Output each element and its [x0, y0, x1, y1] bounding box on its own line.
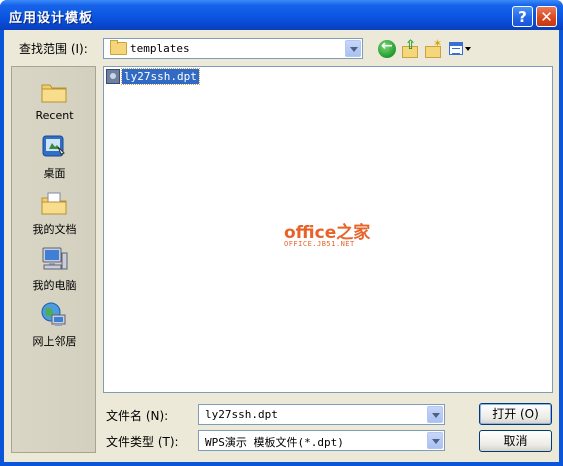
lookin-value: templates	[130, 42, 190, 55]
lookin-label: 查找范围 (I):	[19, 42, 88, 56]
chevron-down-icon[interactable]	[345, 40, 361, 57]
help-button[interactable]: ?	[512, 6, 533, 27]
filetype-label: 文件类型 (T):	[106, 435, 179, 449]
new-folder-icon[interactable]: ✶	[424, 37, 442, 58]
window-title: 应用设计模板	[9, 11, 94, 26]
place-label: 网上邻居	[32, 335, 77, 348]
watermark-url: OFFICE.JB51.NET	[284, 240, 355, 248]
place-recent[interactable]: Recent	[12, 75, 97, 129]
my-documents-icon	[41, 192, 67, 215]
my-computer-icon	[42, 247, 68, 270]
view-menu-icon[interactable]	[448, 40, 472, 58]
folder-icon	[110, 40, 127, 55]
place-label: Recent	[35, 109, 74, 122]
title-bar[interactable]: 应用设计模板 ? ✕	[0, 0, 563, 30]
close-button[interactable]: ✕	[536, 6, 557, 27]
chevron-down-icon[interactable]	[427, 432, 443, 449]
place-label: 我的文档	[32, 223, 77, 236]
lookin-combo[interactable]: templates	[103, 38, 363, 59]
network-places-icon	[41, 302, 66, 326]
place-network[interactable]: 网上邻居	[12, 299, 97, 353]
recent-folder-icon	[41, 84, 67, 103]
open-button[interactable]: 打开 (O)	[479, 403, 552, 425]
up-folder-icon[interactable]: ⇧	[401, 38, 419, 58]
filename-label: 文件名 (N):	[106, 409, 169, 423]
places-bar: Recent 桌面 我的文档 我的电脑 网上邻居	[11, 66, 96, 453]
chevron-down-icon[interactable]	[427, 406, 443, 423]
place-desktop[interactable]: 桌面	[12, 131, 97, 185]
desktop-icon	[42, 135, 65, 157]
place-label: 我的电脑	[32, 279, 77, 292]
filename-input[interactable]: ly27ssh.dpt	[198, 404, 445, 425]
file-name: ly27ssh.dpt	[121, 68, 200, 85]
cancel-button[interactable]: 取消	[479, 430, 552, 452]
place-label: 桌面	[43, 167, 66, 180]
filetype-value: WPS演示 模板文件(*.dpt)	[205, 436, 344, 449]
back-icon[interactable]	[378, 38, 396, 58]
place-documents[interactable]: 我的文档	[12, 187, 97, 241]
place-computer[interactable]: 我的电脑	[12, 243, 97, 297]
template-file-icon	[106, 69, 120, 84]
filename-value: ly27ssh.dpt	[205, 408, 278, 421]
filetype-select[interactable]: WPS演示 模板文件(*.dpt)	[198, 430, 445, 451]
